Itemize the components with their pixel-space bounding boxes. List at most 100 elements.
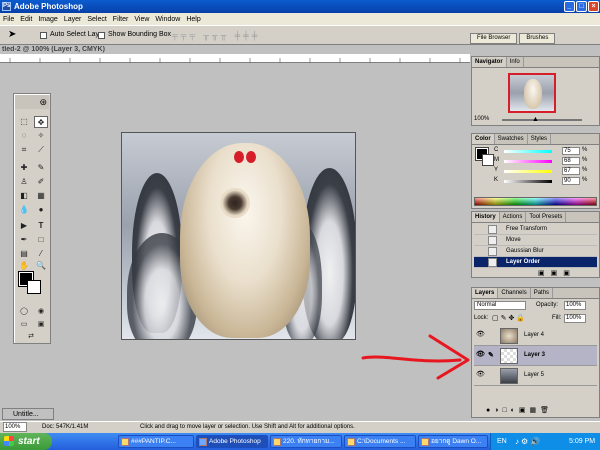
pen-tool-icon[interactable]: ✒: [17, 234, 31, 246]
marquee-tool-icon[interactable]: ⬚: [17, 116, 31, 128]
slider-c-value[interactable]: 75: [562, 147, 580, 155]
task-photoshop[interactable]: Adobe Photoshop: [196, 435, 268, 448]
fill-input[interactable]: 100%: [564, 314, 586, 323]
history-item[interactable]: Free Transform: [474, 224, 597, 235]
layer-row[interactable]: 👁 Layer 5: [474, 366, 597, 386]
screen-mode-standard-icon[interactable]: ▭: [17, 319, 31, 331]
task-documents[interactable]: C:\Documents ...: [344, 435, 416, 448]
blur-tool-icon[interactable]: 💧: [17, 204, 31, 216]
menu-filter[interactable]: Filter: [110, 16, 132, 23]
minimized-document[interactable]: Untitle...: [2, 408, 54, 420]
healing-brush-icon[interactable]: ✚: [17, 162, 31, 174]
tab-paths[interactable]: Paths: [531, 288, 554, 298]
eye-icon[interactable]: 👁: [476, 351, 485, 358]
zoom-tool-icon[interactable]: 🔍: [34, 260, 48, 272]
eraser-tool-icon[interactable]: ◧: [17, 190, 31, 202]
tab-color[interactable]: Color: [472, 134, 495, 144]
menu-edit[interactable]: Edit: [17, 16, 35, 23]
tab-info[interactable]: Info: [507, 57, 524, 67]
layers-footer-buttons[interactable]: ●◑□◐▣▦🗑: [486, 406, 553, 414]
status-zoom[interactable]: 100%: [3, 422, 27, 432]
tab-swatches[interactable]: Swatches: [495, 134, 528, 144]
history-item[interactable]: Gaussian Blur: [474, 246, 597, 257]
color-bg-swatch[interactable]: [482, 154, 494, 166]
menu-window[interactable]: Window: [152, 16, 183, 23]
tab-navigator[interactable]: Navigator: [472, 57, 507, 67]
history-brush-icon[interactable]: ✐: [34, 176, 48, 188]
slider-c[interactable]: C 75 %: [494, 147, 598, 155]
tab-brushes[interactable]: Brushes: [519, 33, 556, 44]
task-thai-1[interactable]: 220. ทักทายกาม...: [270, 435, 342, 448]
standard-mode-icon[interactable]: ◯: [17, 306, 31, 318]
tab-tool-presets[interactable]: Tool Presets: [526, 212, 567, 222]
menu-file[interactable]: File: [0, 16, 17, 23]
auto-select-checkbox[interactable]: [40, 32, 47, 39]
tab-history[interactable]: History: [472, 212, 500, 222]
clone-stamp-icon[interactable]: ♙: [17, 176, 31, 188]
tab-styles[interactable]: Styles: [528, 134, 552, 144]
slider-m-value[interactable]: 68: [562, 157, 580, 165]
history-footer-buttons[interactable]: ▣▣▣: [538, 269, 576, 277]
slider-k-bar[interactable]: [504, 180, 552, 183]
history-item-selected[interactable]: Layer Order: [474, 257, 597, 268]
align-buttons-group[interactable]: ╤╤╤ ╥╥╥ ╪╪╪: [172, 31, 302, 40]
menu-layer[interactable]: Layer: [61, 16, 85, 23]
opacity-input[interactable]: 100%: [564, 301, 586, 310]
minimize-button[interactable]: _: [564, 1, 575, 12]
jump-to-imageready-icon[interactable]: ⇄: [24, 331, 38, 343]
blend-mode-select[interactable]: Normal: [474, 301, 526, 310]
task-thai-2[interactable]: อยากดู Dawn O...: [418, 435, 488, 448]
move-tool-icon[interactable]: ✥: [34, 116, 48, 128]
lock-buttons[interactable]: ▢✎✥🔒: [492, 314, 527, 322]
navigator-zoom[interactable]: 100%: [474, 116, 489, 122]
history-item[interactable]: Move: [474, 235, 597, 246]
gradient-tool-icon[interactable]: ▦: [34, 190, 48, 202]
screen-mode-full-icon[interactable]: ▣: [34, 319, 48, 331]
navigator-zoom-slider[interactable]: [502, 119, 582, 121]
path-select-icon[interactable]: ▶: [17, 220, 31, 232]
menu-select[interactable]: Select: [84, 16, 109, 23]
slice-tool-icon[interactable]: ⟋: [34, 144, 48, 156]
maximize-button[interactable]: □: [576, 1, 587, 12]
document-canvas[interactable]: [121, 132, 356, 340]
slider-c-bar[interactable]: [504, 150, 552, 153]
menu-image[interactable]: Image: [35, 16, 60, 23]
slider-y[interactable]: Y 67 %: [494, 167, 598, 175]
toolbox-header-logo[interactable]: ⊛: [15, 95, 49, 109]
tab-layers[interactable]: Layers: [472, 288, 499, 298]
type-tool-icon[interactable]: T: [34, 220, 48, 232]
slider-k-value[interactable]: 90: [562, 177, 580, 185]
lasso-tool-icon[interactable]: ◌: [17, 130, 31, 142]
task-pantip[interactable]: ###PANTIP.C...: [118, 435, 194, 448]
quick-mask-icon[interactable]: ◉: [34, 306, 48, 318]
close-button[interactable]: ×: [588, 1, 599, 12]
hand-tool-icon[interactable]: ✋: [17, 260, 31, 272]
slider-y-bar[interactable]: [504, 170, 552, 173]
eyedropper-icon[interactable]: ⁄: [34, 248, 48, 260]
dodge-tool-icon[interactable]: ●: [34, 204, 48, 216]
eye-icon[interactable]: 👁: [476, 331, 485, 338]
brush-tool-icon[interactable]: ✎: [34, 162, 48, 174]
tab-file-browser[interactable]: File Browser: [470, 33, 518, 44]
layer-row-selected[interactable]: 👁 ✎ Layer 3: [474, 346, 597, 366]
language-indicator[interactable]: EN: [497, 433, 507, 450]
background-color-swatch[interactable]: [27, 280, 41, 294]
notes-tool-icon[interactable]: ▤: [17, 248, 31, 260]
tray-icons[interactable]: ♪⚙🔊: [515, 433, 542, 450]
tab-actions[interactable]: Actions: [500, 212, 527, 222]
slider-k[interactable]: K 90 %: [494, 177, 598, 185]
navigator-slider-handle-icon[interactable]: ▲: [532, 116, 539, 123]
shape-tool-icon[interactable]: □: [34, 234, 48, 246]
move-tool-preset-icon[interactable]: ➤: [8, 29, 22, 42]
color-spectrum-bar[interactable]: [474, 197, 597, 206]
slider-y-value[interactable]: 67: [562, 167, 580, 175]
crop-tool-icon[interactable]: ⌗: [17, 144, 31, 156]
magic-wand-icon[interactable]: ✧: [34, 130, 48, 142]
show-bounding-checkbox[interactable]: [98, 32, 105, 39]
menu-help[interactable]: Help: [183, 16, 203, 23]
slider-m[interactable]: M 68 %: [494, 157, 598, 165]
slider-m-bar[interactable]: [504, 160, 552, 163]
navigator-thumbnail[interactable]: [508, 73, 556, 113]
eye-icon[interactable]: 👁: [476, 371, 485, 378]
tab-channels[interactable]: Channels: [498, 288, 531, 298]
